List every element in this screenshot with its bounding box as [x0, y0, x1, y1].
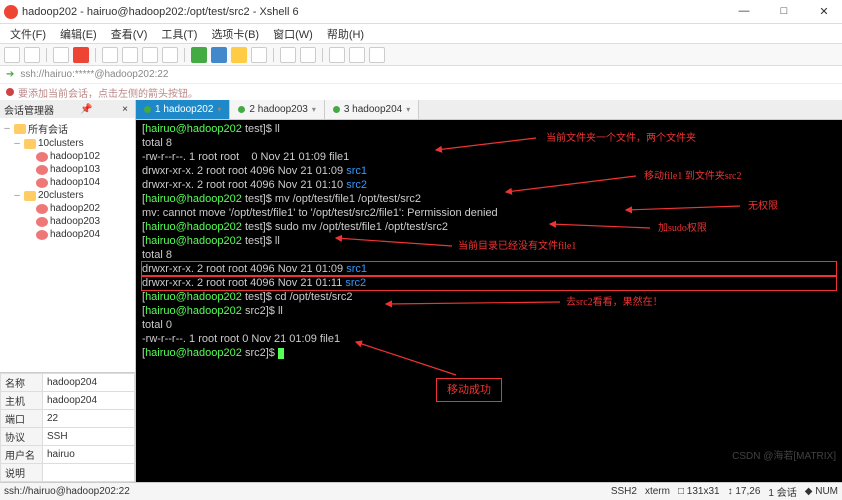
- menu-tabs[interactable]: 选项卡(B): [205, 24, 265, 43]
- annotation: 当前文件夹一个文件，两个文件夹: [546, 132, 696, 146]
- color2-icon[interactable]: [211, 47, 227, 63]
- session-manager: 会话管理器 📌 × –所有会话 –10clusters hadoop102 ha…: [0, 100, 136, 482]
- log-icon[interactable]: [349, 47, 365, 63]
- font-icon[interactable]: [280, 47, 296, 63]
- annotation: 去src2看看，果然在！: [566, 296, 663, 310]
- hint-dot-icon: [6, 88, 14, 96]
- pin-icon[interactable]: 📌: [80, 104, 92, 115]
- menu-window[interactable]: 窗口(W): [267, 24, 319, 43]
- close-button[interactable]: ✕: [810, 5, 838, 18]
- color3-icon[interactable]: [231, 47, 247, 63]
- titlebar: hadoop202 - hairuo@hadoop202:/opt/test/s…: [0, 0, 842, 24]
- separator: [95, 48, 96, 62]
- folder-icon: [24, 139, 36, 149]
- host-icon: [36, 217, 48, 227]
- address-bar: ➔ ssh://hairuo:*****@hadoop202:22: [0, 66, 842, 84]
- separator: [322, 48, 323, 62]
- tree-group[interactable]: –10clusters: [2, 137, 133, 150]
- separator: [184, 48, 185, 62]
- find-icon[interactable]: [162, 47, 178, 63]
- annotation: 无权限: [748, 200, 778, 214]
- status-cursor: ↕ 17,26: [728, 486, 761, 497]
- menu-view[interactable]: 查看(V): [105, 24, 154, 43]
- status-size: □ 131x31: [678, 486, 720, 497]
- menu-file[interactable]: 文件(F): [4, 24, 52, 43]
- close-panel-icon[interactable]: ×: [119, 104, 131, 115]
- status-ssh: SSH2: [611, 486, 637, 497]
- tree-host[interactable]: hadoop103: [2, 163, 133, 176]
- watermark: CSDN @海若[MATRIX]: [732, 447, 836, 462]
- menu-tools[interactable]: 工具(T): [155, 24, 203, 43]
- app-logo-icon: [4, 5, 18, 19]
- host-icon: [36, 178, 48, 188]
- tab-hadoop204[interactable]: 3 hadoop204▾: [325, 100, 419, 119]
- tab-hadoop202[interactable]: 1 hadoop202▾: [136, 100, 230, 119]
- tree-host[interactable]: hadoop104: [2, 176, 133, 189]
- copy-icon[interactable]: [122, 47, 138, 63]
- address-go-icon[interactable]: ➔: [6, 69, 14, 80]
- xftp-icon[interactable]: [329, 47, 345, 63]
- host-icon: [36, 230, 48, 240]
- tab-hadoop203[interactable]: 2 hadoop203▾: [230, 100, 324, 119]
- annotation: 当前目录已经没有文件file1: [458, 240, 576, 254]
- session-properties: 名称hadoop204 主机hadoop204 端口22 协议SSH 用户名ha…: [0, 372, 135, 482]
- status-dot-icon: [144, 106, 151, 113]
- script-icon[interactable]: [300, 47, 316, 63]
- separator: [46, 48, 47, 62]
- open-icon[interactable]: [24, 47, 40, 63]
- separator: [273, 48, 274, 62]
- maximize-button[interactable]: □: [770, 5, 798, 18]
- annotation: 移动file1 到文件夹src2: [644, 170, 742, 184]
- status-address: ssh://hairuo@hadoop202:22: [4, 486, 603, 497]
- address-text[interactable]: ssh://hairuo:*****@hadoop202:22: [20, 69, 168, 80]
- disconnect-icon[interactable]: [73, 47, 89, 63]
- tree-host[interactable]: hadoop204: [2, 228, 133, 241]
- status-sessions: 1 会话: [768, 484, 796, 499]
- chevron-down-icon[interactable]: ▾: [312, 105, 316, 114]
- menu-edit[interactable]: 编辑(E): [54, 24, 103, 43]
- toolbar: [0, 44, 842, 66]
- color4-icon[interactable]: [251, 47, 267, 63]
- new-session-icon[interactable]: [4, 47, 20, 63]
- folder-icon: [24, 191, 36, 201]
- color1-icon[interactable]: [191, 47, 207, 63]
- paste-icon[interactable]: [142, 47, 158, 63]
- tree-host[interactable]: hadoop102: [2, 150, 133, 163]
- session-tree[interactable]: –所有会话 –10clusters hadoop102 hadoop103 ha…: [0, 118, 135, 372]
- tree-root[interactable]: –所有会话: [2, 120, 133, 137]
- status-dot-icon: [238, 106, 245, 113]
- host-icon: [36, 165, 48, 175]
- folder-icon: [14, 124, 26, 134]
- status-num: ◆ NUM: [805, 486, 838, 497]
- menubar: 文件(F) 编辑(E) 查看(V) 工具(T) 选项卡(B) 窗口(W) 帮助(…: [0, 24, 842, 44]
- minimize-button[interactable]: —: [730, 5, 758, 18]
- host-icon: [36, 152, 48, 162]
- help-icon[interactable]: [369, 47, 385, 63]
- properties-icon[interactable]: [102, 47, 118, 63]
- chevron-down-icon[interactable]: ▾: [406, 105, 410, 114]
- hint-bar: 要添加当前会话，点击左侧的箭头按钮。: [0, 84, 842, 100]
- annotation: 加sudo权限: [658, 222, 707, 236]
- hint-text: 要添加当前会话，点击左侧的箭头按钮。: [18, 85, 198, 100]
- success-box: 移动成功: [436, 378, 502, 402]
- reconnect-icon[interactable]: [53, 47, 69, 63]
- status-term: xterm: [645, 486, 670, 497]
- tree-host[interactable]: hadoop202: [2, 202, 133, 215]
- session-tabs: 1 hadoop202▾ 2 hadoop203▾ 3 hadoop204▾: [136, 100, 842, 120]
- window-title: hadoop202 - hairuo@hadoop202:/opt/test/s…: [22, 6, 730, 18]
- terminal[interactable]: [hairuo@hadoop202 test]$ lltotal 8-rw-r-…: [136, 120, 842, 482]
- session-manager-title: 会话管理器: [4, 102, 54, 117]
- session-manager-header: 会话管理器 📌 ×: [0, 100, 135, 118]
- status-bar: ssh://hairuo@hadoop202:22 SSH2 xterm □ 1…: [0, 482, 842, 500]
- host-icon: [36, 204, 48, 214]
- status-dot-icon: [333, 106, 340, 113]
- tree-host[interactable]: hadoop203: [2, 215, 133, 228]
- menu-help[interactable]: 帮助(H): [321, 24, 370, 43]
- chevron-down-icon[interactable]: ▾: [217, 105, 221, 114]
- tree-group[interactable]: –20clusters: [2, 189, 133, 202]
